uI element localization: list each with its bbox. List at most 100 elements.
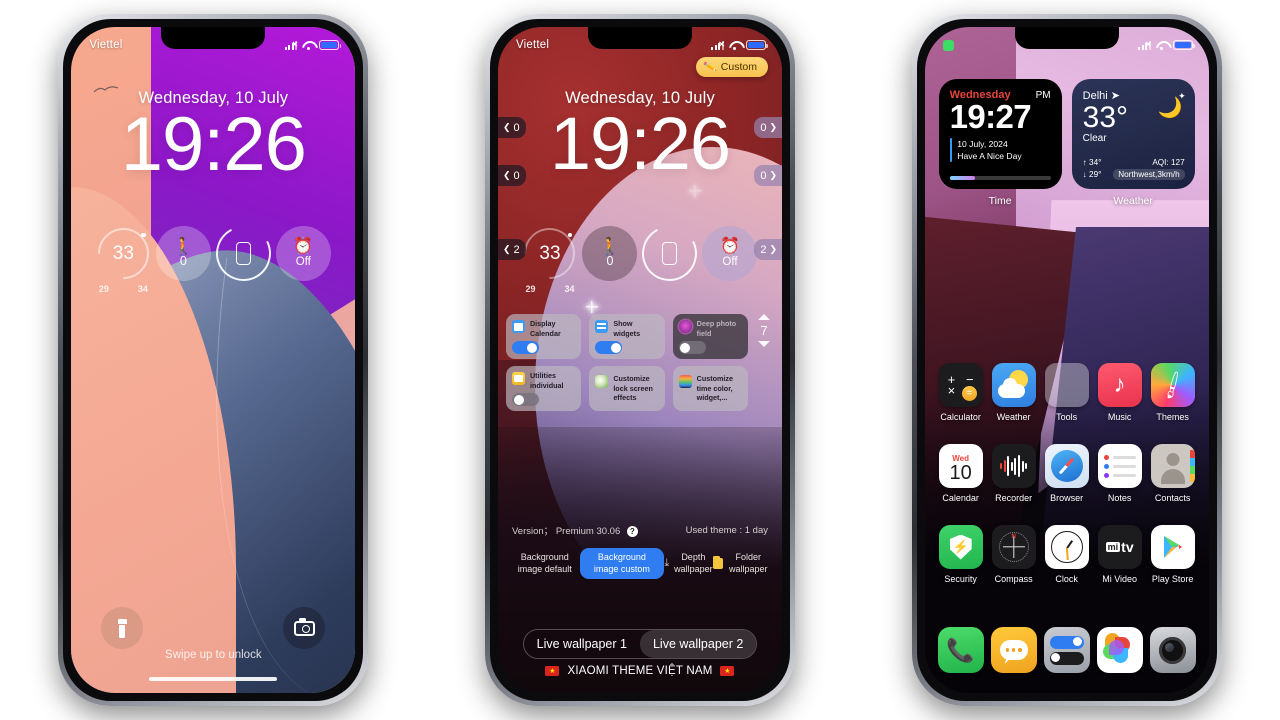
calendar-icon: Wed 10 <box>938 444 983 488</box>
tile-deep-photo-field[interactable]: Deep photo field <box>672 314 748 359</box>
signal-icon: ✕ <box>284 40 298 50</box>
play-store-icon <box>1150 525 1195 569</box>
screen-lock: Viettel ✕ Wednesday, 10 July 19:26 33 29 <box>71 27 356 693</box>
brand-label: XIAOMI THEME VIỆT NAM <box>567 665 713 677</box>
widget-steps[interactable]: 🚶 0 <box>582 225 638 281</box>
effects-icon <box>595 375 609 389</box>
chevron-left-icon: ❮ <box>502 170 511 180</box>
notch <box>587 27 692 49</box>
widget-device[interactable] <box>208 218 278 288</box>
widget-device[interactable] <box>635 218 705 288</box>
temperature-max: 34 <box>137 283 148 294</box>
recording-indicator-icon <box>942 39 954 51</box>
app-compass[interactable]: N Compass <box>988 525 1040 584</box>
version-row: Version； Premium 30.06 ? Used theme : 1 … <box>512 523 768 537</box>
time-widget[interactable]: Wednesday PM 19:27 10 July, 2024 Have A … <box>938 79 1062 189</box>
sparkle-icon <box>586 301 598 313</box>
status-icons: ✕ <box>711 39 768 51</box>
recorder-icon <box>991 444 1036 488</box>
app-calculator[interactable]: + − × = Calculator <box>935 363 987 422</box>
bg-option-folder[interactable]: Folder wallpaper <box>713 552 770 575</box>
swipe-hint: Swipe up to unlock <box>165 649 262 661</box>
app-weather[interactable]: Weather <box>988 363 1040 422</box>
utilities-icon <box>511 372 525 385</box>
lock-time: 19:26 <box>120 102 307 187</box>
app-calendar[interactable]: Wed 10 Calendar <box>935 444 987 503</box>
widget-alarm[interactable]: ⏰ Off <box>702 225 758 281</box>
toggle-utilities-individual[interactable] <box>511 393 539 406</box>
chevron-right-icon: ❯ <box>769 122 777 132</box>
home-indicator[interactable] <box>149 677 278 681</box>
widget-date: 10 July, 2024 <box>957 138 1008 149</box>
background-options: Background image default Background imag… <box>510 548 770 580</box>
app-contacts[interactable]: Contacts <box>1147 444 1199 503</box>
widget-temperature[interactable]: 33 29 34 <box>87 216 160 294</box>
app-browser[interactable]: Browser <box>1041 444 1093 503</box>
bg-option-custom[interactable]: Background image custom <box>579 548 665 580</box>
widget-temperature[interactable]: 33 29 34 <box>513 216 587 294</box>
app-music[interactable]: ♪ Music <box>1094 363 1146 422</box>
app-notes[interactable]: Notes <box>1094 444 1146 503</box>
dock-app-gallery[interactable] <box>1094 627 1146 673</box>
brand-footer: ★ XIAOMI THEME VIỆT NAM ★ <box>498 665 782 677</box>
bg-option-depth[interactable]: ⤓ Depth wallpaper <box>664 552 713 575</box>
app-play-store[interactable]: Play Store <box>1147 525 1199 584</box>
app-themes[interactable]: 🖌 Themes <box>1147 363 1199 422</box>
temperature-min: 29 <box>525 283 536 294</box>
wifi-icon <box>729 40 741 50</box>
widget-meridiem: PM <box>1035 90 1051 101</box>
app-security[interactable]: ⚡ Security <box>935 525 987 584</box>
widget-alarm[interactable]: ⏰ Off <box>275 225 331 281</box>
tile-display-calendar[interactable]: Display Calendar <box>505 314 582 359</box>
browser-icon <box>1044 444 1089 488</box>
temperature-min: 29 <box>98 283 109 294</box>
dock-app-phone[interactable]: 📞 <box>935 627 987 673</box>
download-icon: ⤓ <box>664 557 670 570</box>
dock-app-settings[interactable] <box>1041 627 1093 673</box>
stepper-left-time[interactable]: ❮ 0 <box>497 165 526 186</box>
security-icon: ⚡ <box>938 525 983 569</box>
stepper-right-widgets[interactable]: 2 ❯ <box>754 239 782 260</box>
dock-app-camera[interactable] <box>1147 627 1199 673</box>
gallery-icon <box>1096 627 1143 673</box>
calendar-icon <box>511 320 525 333</box>
app-tools[interactable]: Tools <box>1041 363 1093 422</box>
app-mi-video[interactable]: mi tv Mi Video <box>1094 525 1146 584</box>
carrier-label: Viettel <box>89 39 123 51</box>
steps-value: 0 <box>179 253 187 268</box>
tile-customize-time-color[interactable]: Customize time color, widget,... <box>672 366 748 411</box>
chevron-up-icon[interactable] <box>757 314 770 320</box>
app-recorder[interactable]: Recorder <box>988 444 1040 503</box>
stepper-right-date[interactable]: 0 ❯ <box>754 117 782 138</box>
calculator-icon: + − × = <box>938 363 983 407</box>
live-wallpaper-2-button[interactable]: Live wallpaper 2 <box>639 630 757 658</box>
toggle-deep-photo-field[interactable] <box>678 341 706 354</box>
widget-time: 19:27 <box>949 98 1032 135</box>
page-number: 7 <box>760 323 768 338</box>
stepper-right-time[interactable]: 0 ❯ <box>754 165 782 186</box>
progress-bar <box>949 176 1051 180</box>
chevron-down-icon[interactable] <box>757 341 770 347</box>
tile-utilities-individual[interactable]: Utilities individual <box>505 366 582 411</box>
widget-steps[interactable]: 🚶 0 <box>155 225 211 281</box>
weather-condition: Clear <box>1082 133 1107 145</box>
tools-folder-icon <box>1044 363 1089 407</box>
tile-show-widgets[interactable]: Show widgets <box>589 314 665 359</box>
stepper-left-widgets[interactable]: ❮ 2 <box>497 239 526 260</box>
chevron-right-icon: ❯ <box>769 170 777 180</box>
dock-app-messages[interactable] <box>988 627 1040 673</box>
camera-icon <box>1149 627 1196 673</box>
stepper-left-date[interactable]: ❮ 0 <box>497 117 526 138</box>
signal-icon: ✕ <box>1138 40 1152 50</box>
help-icon[interactable]: ? <box>626 526 638 537</box>
weather-widget[interactable]: Delhi ➤ 33° Clear ✦ 🌙 ↑ 34° AQI: 127 ↓ 2… <box>1071 79 1195 189</box>
custom-button[interactable]: ✏️ Custom <box>696 57 768 77</box>
bg-option-default[interactable]: Background image default <box>510 552 580 575</box>
weather-aqi: AQI: 127 <box>1152 158 1185 167</box>
status-icons: ✕ <box>1138 39 1195 51</box>
live-wallpaper-1-button[interactable]: Live wallpaper 1 <box>524 630 640 658</box>
tile-customize-effects[interactable]: Customize lock screen effects <box>589 366 665 411</box>
app-clock[interactable]: Clock <box>1041 525 1093 584</box>
toggle-show-widgets[interactable] <box>595 341 623 354</box>
toggle-display-calendar[interactable] <box>511 341 539 354</box>
